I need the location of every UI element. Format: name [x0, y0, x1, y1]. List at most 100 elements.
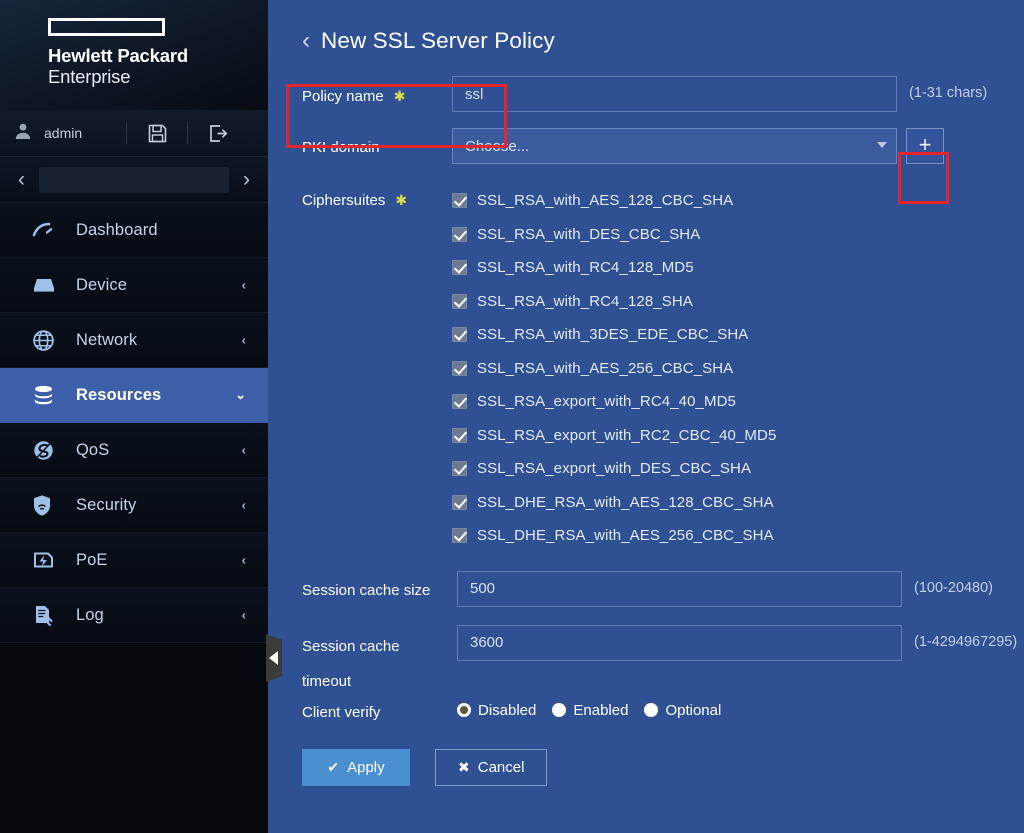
- ciphersuites-label-wrap: Ciphersuites ✱: [302, 180, 452, 211]
- ciphersuite-item[interactable]: SSL_RSA_export_with_RC4_40_MD5: [452, 385, 1024, 419]
- sidebar-item-label: Resources: [76, 386, 161, 405]
- ciphersuite-item[interactable]: SSL_RSA_with_3DES_EDE_CBC_SHA: [452, 318, 1024, 352]
- pki-domain-add-button[interactable]: +: [906, 128, 944, 164]
- session-cache-timeout-row: Session cache timeout (1-4294967295): [268, 625, 1024, 699]
- sidebar-item-label: QoS: [76, 441, 109, 460]
- sidebar-item-poe[interactable]: PoE ‹: [0, 533, 268, 588]
- brand-line-1: Hewlett Packard: [48, 45, 268, 66]
- policy-name-label-wrap: Policy name✱: [302, 76, 452, 107]
- main-panel: ‹ New SSL Server Policy Policy name✱ (1-…: [268, 0, 1024, 833]
- pki-domain-select[interactable]: Choose...: [452, 128, 897, 164]
- gauge-icon: [32, 220, 76, 240]
- cancel-button-label: Cancel: [478, 759, 525, 776]
- radio-optional[interactable]: [644, 703, 658, 717]
- sidebar-item-qos[interactable]: QoS ‹: [0, 423, 268, 478]
- log-document-icon: [32, 604, 76, 627]
- ciphersuite-item[interactable]: SSL_RSA_with_RC4_128_MD5: [452, 251, 1024, 285]
- ciphersuite-label: SSL_RSA_export_with_DES_CBC_SHA: [477, 460, 751, 477]
- session-cache-timeout-input[interactable]: [457, 625, 902, 661]
- required-asterisk-icon: ✱: [395, 192, 407, 208]
- checkbox-checked-icon[interactable]: [452, 461, 467, 476]
- sidebar-item-label: Network: [76, 331, 137, 350]
- sidebar-item-network[interactable]: Network ‹: [0, 313, 268, 368]
- sidebar-item-resources[interactable]: Resources ⌄: [0, 368, 268, 423]
- ciphersuite-item[interactable]: SSL_DHE_RSA_with_AES_128_CBC_SHA: [452, 486, 1024, 520]
- sidebar-nav: Dashboard Device ‹ Network ‹: [0, 203, 268, 803]
- sidebar-item-arrow: ‹: [242, 608, 246, 623]
- ciphersuites-label: Ciphersuites: [302, 192, 385, 209]
- radio-optional-label: Optional: [665, 702, 721, 719]
- ciphersuite-item[interactable]: SSL_RSA_with_DES_CBC_SHA: [452, 218, 1024, 252]
- ciphersuite-label: SSL_DHE_RSA_with_AES_256_CBC_SHA: [477, 527, 774, 544]
- client-verify-row: Client verify Disabled Enabled Optional: [268, 693, 1024, 723]
- checkbox-checked-icon[interactable]: [452, 327, 467, 342]
- ciphersuite-label: SSL_RSA_with_AES_128_CBC_SHA: [477, 192, 733, 209]
- sidebar-item-arrow: ‹: [242, 278, 246, 293]
- user-icon: [14, 122, 32, 145]
- policy-name-input[interactable]: [452, 76, 897, 112]
- session-cache-size-label: Session cache size: [302, 571, 457, 601]
- sidebar-item-arrow: ‹: [242, 333, 246, 348]
- chevron-left-icon[interactable]: ‹: [18, 169, 25, 190]
- ciphersuite-item[interactable]: SSL_RSA_with_RC4_128_SHA: [452, 285, 1024, 319]
- pki-domain-row: PKI domain Choose... +: [268, 128, 1024, 164]
- page-header: ‹ New SSL Server Policy: [268, 0, 1024, 54]
- checkbox-checked-icon[interactable]: [452, 428, 467, 443]
- ciphersuite-item[interactable]: SSL_RSA_with_AES_256_CBC_SHA: [452, 352, 1024, 386]
- checkbox-checked-icon[interactable]: [452, 528, 467, 543]
- policy-name-hint: (1-31 chars): [909, 76, 987, 101]
- session-cache-timeout-label-wrap: Session cache timeout: [302, 625, 457, 699]
- brand-header: Hewlett Packard Enterprise: [0, 0, 268, 110]
- sidebar-item-log[interactable]: Log ‹: [0, 588, 268, 643]
- apply-button[interactable]: ✔ Apply: [302, 749, 410, 786]
- checkbox-checked-icon[interactable]: [452, 361, 467, 376]
- ciphersuite-label: SSL_RSA_with_3DES_EDE_CBC_SHA: [477, 326, 748, 343]
- sidebar-item-arrow: ‹: [242, 443, 246, 458]
- globe-icon: [32, 329, 76, 352]
- session-cache-size-input[interactable]: [457, 571, 902, 607]
- logout-icon[interactable]: [188, 124, 248, 143]
- brand-line-2: Enterprise: [48, 66, 268, 88]
- ciphersuite-label: SSL_DHE_RSA_with_AES_128_CBC_SHA: [477, 494, 774, 511]
- check-icon: ✔: [327, 759, 339, 776]
- session-cache-size-row: Session cache size (100-20480): [268, 571, 1024, 607]
- sidebar-item-dashboard[interactable]: Dashboard: [0, 203, 268, 258]
- checkbox-checked-icon[interactable]: [452, 495, 467, 510]
- pki-domain-selected-value: Choose...: [452, 128, 897, 164]
- sidebar-collapse-handle[interactable]: [266, 634, 282, 682]
- back-chevron-icon[interactable]: ‹: [302, 29, 310, 53]
- collapse-left-triangle-icon: [269, 651, 278, 665]
- checkbox-checked-icon[interactable]: [452, 294, 467, 309]
- nav-pager-field[interactable]: [39, 167, 229, 193]
- sidebar-item-security[interactable]: Security ‹: [0, 478, 268, 533]
- page-title: New SSL Server Policy: [321, 28, 555, 54]
- chevron-right-icon[interactable]: ›: [243, 169, 250, 190]
- radio-disabled-label: Disabled: [478, 702, 536, 719]
- checkbox-checked-icon[interactable]: [452, 227, 467, 242]
- ciphersuite-label: SSL_RSA_with_DES_CBC_SHA: [477, 226, 700, 243]
- sidebar-item-device[interactable]: Device ‹: [0, 258, 268, 313]
- save-floppy-icon[interactable]: [127, 124, 187, 143]
- cancel-button[interactable]: ✖ Cancel: [435, 749, 547, 786]
- sidebar-item-label: Dashboard: [76, 221, 158, 240]
- radio-enabled[interactable]: [552, 703, 566, 717]
- ciphersuite-label: SSL_RSA_export_with_RC2_CBC_40_MD5: [477, 427, 776, 444]
- checkbox-checked-icon[interactable]: [452, 193, 467, 208]
- sidebar-item-arrow: ‹: [242, 498, 246, 513]
- qos-circle-icon: [32, 439, 76, 462]
- ciphersuite-item[interactable]: SSL_DHE_RSA_with_AES_256_CBC_SHA: [452, 519, 1024, 553]
- ciphersuite-label: SSL_RSA_with_RC4_128_SHA: [477, 293, 693, 310]
- sidebar-item-label: Security: [76, 496, 136, 515]
- application-window: Hewlett Packard Enterprise admin ‹ ›: [0, 0, 1024, 833]
- ciphersuite-item[interactable]: SSL_RSA_with_AES_128_CBC_SHA: [452, 184, 1024, 218]
- pki-domain-label: PKI domain: [302, 128, 452, 158]
- sidebar-item-arrow: ‹: [242, 553, 246, 568]
- sidebar-item-label: Log: [76, 606, 104, 625]
- ciphersuite-item[interactable]: SSL_RSA_export_with_DES_CBC_SHA: [452, 452, 1024, 486]
- checkbox-checked-icon[interactable]: [452, 394, 467, 409]
- checkbox-checked-icon[interactable]: [452, 260, 467, 275]
- radio-disabled[interactable]: [457, 703, 471, 717]
- device-icon: [32, 275, 76, 295]
- ciphersuite-item[interactable]: SSL_RSA_export_with_RC2_CBC_40_MD5: [452, 419, 1024, 453]
- sidebar-empty-area: [0, 643, 268, 803]
